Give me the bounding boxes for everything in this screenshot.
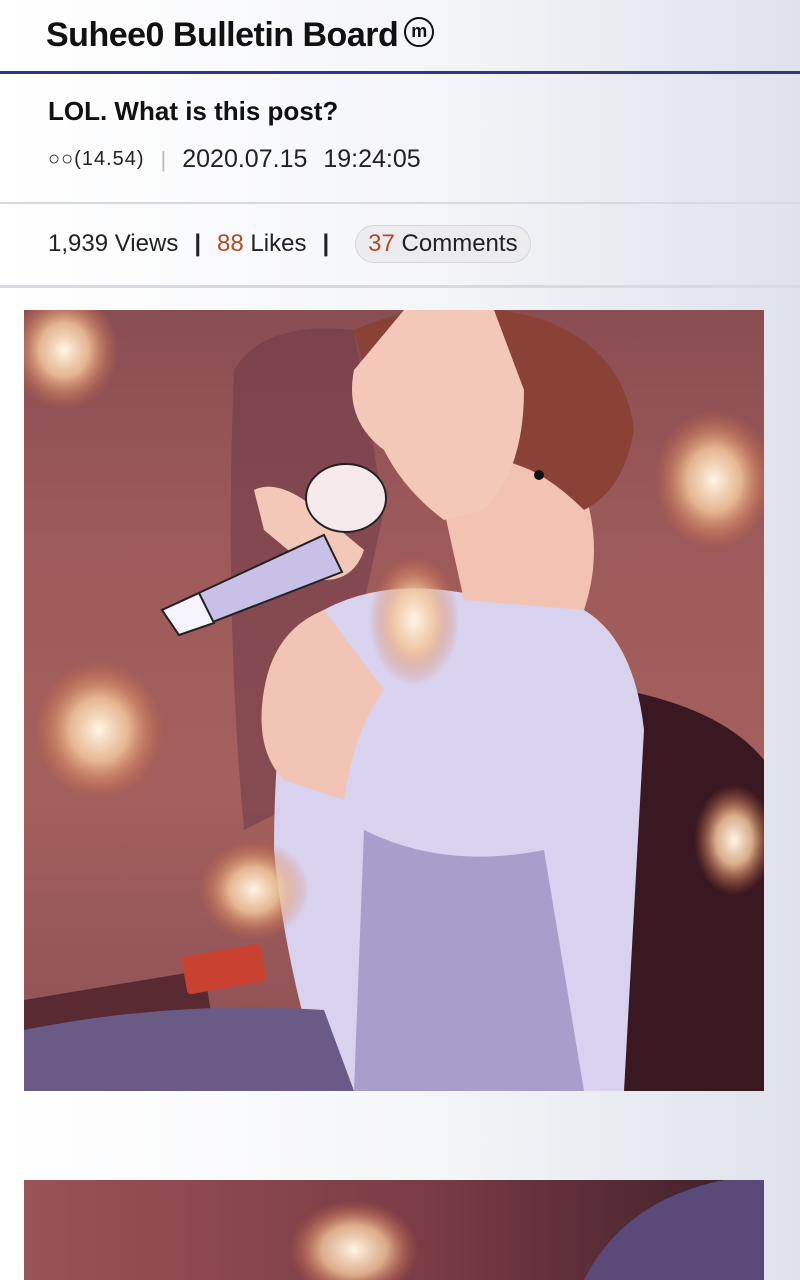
likes-count: 88 <box>217 230 244 257</box>
post-meta: ○○(14.54) | 2020.07.15 19:24:05 <box>48 145 421 174</box>
comments-count: 37 <box>368 230 395 257</box>
views-count: 1,939 <box>48 230 109 257</box>
board-badge-icon: m <box>404 16 435 47</box>
board-title[interactable]: Suhee0 Bulletin Board <box>46 16 399 55</box>
divider <box>0 285 800 288</box>
comments-button[interactable]: 37 Comments <box>355 225 531 263</box>
views-label: Views <box>114 230 179 257</box>
meta-separator: | <box>160 146 167 172</box>
stats-separator: | <box>322 230 330 257</box>
post-image-singer <box>24 310 764 1091</box>
post-stats: 1,939 Views | 88 Likes | 37 Comments <box>48 224 531 264</box>
likes-label: Likes <box>250 230 307 257</box>
post-date: 2020.07.15 <box>182 145 308 173</box>
post-author[interactable]: ○○(14.54) <box>48 148 145 171</box>
comments-label: Comments <box>401 230 518 257</box>
post-image-second-panel <box>24 1180 764 1280</box>
post-title: LOL. What is this post? <box>48 96 339 126</box>
stats-separator: | <box>194 230 202 257</box>
divider <box>0 202 800 204</box>
post-time: 19:24:05 <box>323 145 421 173</box>
board-header: Suhee0 Bulletin Board m <box>0 0 800 74</box>
